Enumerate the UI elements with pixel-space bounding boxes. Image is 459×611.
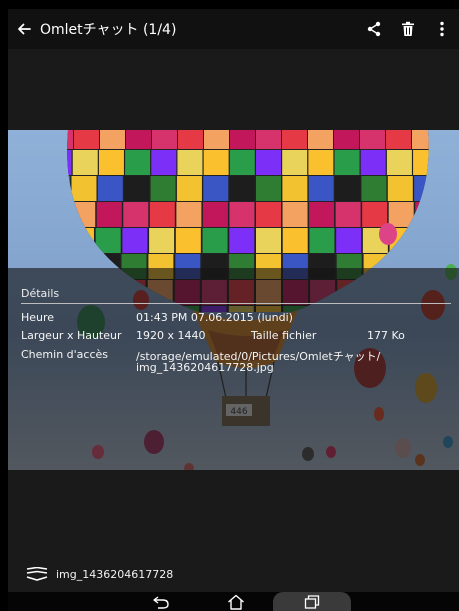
filename-label: img_1436204617728 [56,567,174,581]
balloon-panel [122,228,148,253]
back-button[interactable] [10,9,38,49]
nav-recents-button[interactable] [297,592,327,611]
balloon-panel [309,202,335,227]
home-nav-icon [228,594,244,610]
nav-home-button[interactable] [221,592,251,611]
details-divider [21,303,451,304]
balloon-panel [386,130,411,149]
balloon-panel [282,130,307,149]
share-button[interactable] [357,9,391,49]
balloon-panel [360,130,385,149]
balloon-panel [361,176,387,201]
balloon-panel [334,150,360,175]
balloon-panel [202,202,228,227]
balloon-panel [308,176,334,201]
nav-back-button[interactable] [146,592,176,611]
balloon-panel [256,176,281,201]
balloon-panel [177,150,203,175]
balloon-panel [334,130,359,149]
path-value-line2: img_1436204617728.jpg [136,361,274,374]
system-nav-bar [8,592,459,611]
balloon-panel [335,202,361,227]
balloon-panel [336,228,362,253]
balloon-panel [282,228,308,253]
balloon-panel [175,228,201,253]
balloon-panel [176,202,202,227]
gallery-screen: Omletチャット (1/4) Détails Heure 01:43 PM 0… [8,9,459,611]
balloon-panel [149,228,175,253]
balloon-panel [96,202,122,227]
top-app-bar: Omletチャット (1/4) [8,9,459,49]
balloon-panel [97,176,123,201]
details-panel: Détails Heure 01:43 PM 07.06.2015 (lundi… [8,268,459,470]
balloon-panel [387,176,413,201]
balloon-panel [229,150,255,175]
balloon-panel [202,228,228,253]
time-label: Heure [21,311,55,324]
balloon-panel [308,150,334,175]
time-value: 01:43 PM 07.06.2015 (lundi) [136,311,293,324]
back-arrow-icon [18,23,31,35]
balloon-panel [203,176,229,201]
balloon-panel [256,150,281,175]
filename-bar[interactable]: img_1436204617728 [26,567,173,581]
balloon-panel [229,176,255,201]
balloon-panel [150,176,176,201]
balloon-panel [98,150,124,175]
dimensions-value: 1920 x 1440 [136,329,206,342]
balloon-panel [362,202,388,227]
delete-button[interactable] [391,9,425,49]
more-options-button[interactable] [425,9,459,49]
balloon-panel [124,176,150,201]
balloon-panel [176,176,202,201]
balloon-panel [204,130,229,149]
file-size-label: Taille fichier [251,329,317,342]
balloon-panel [74,130,99,149]
balloon-panel [282,176,308,201]
recents-nav-icon [304,594,320,609]
balloon-panel [149,202,175,227]
balloon-panel [256,228,281,253]
path-label: Chemin d'accès [21,348,109,361]
dimensions-label: Largeur x Hauteur [21,329,122,342]
balloon-panel [308,130,333,149]
balloon-panel [126,130,151,149]
layers-icon [26,567,48,581]
balloon-panel [72,150,98,175]
balloon-panel [256,202,281,227]
file-size-value: 177 Ko [367,329,405,342]
balloon-panel [71,176,97,201]
balloon-panel [125,150,151,175]
balloon-panel [229,228,255,253]
more-vert-icon [440,21,444,37]
balloon-panel [123,202,149,227]
letterbox-top [8,49,459,130]
balloon-panel [360,150,386,175]
details-heading: Détails [21,287,60,300]
balloon-panel [229,202,255,227]
balloon-panel [282,202,308,227]
balloon-panel [100,130,125,149]
balloon-panel [230,130,255,149]
balloon-panel [203,150,229,175]
balloon-panel [386,150,412,175]
balloon-panel [256,130,281,149]
balloon-panel [309,228,335,253]
balloon-panel [151,150,177,175]
balloon-panel [388,202,414,227]
balloon-panel [282,150,308,175]
balloon-panel [152,130,177,149]
back-nav-icon [153,595,169,609]
page-title: Omletチャット (1/4) [40,22,177,38]
share-icon [367,21,381,37]
balloon-panel [335,176,361,201]
trash-icon [402,21,414,36]
balloon-panel [178,130,203,149]
